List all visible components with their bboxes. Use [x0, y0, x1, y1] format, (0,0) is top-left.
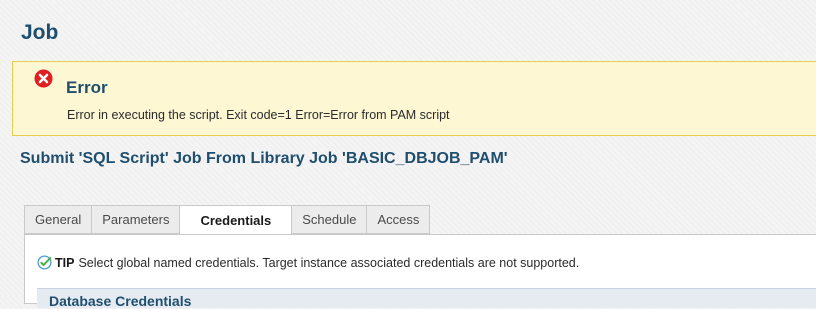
error-message: Error in executing the script. Exit code…	[67, 108, 450, 122]
tab-schedule[interactable]: Schedule	[292, 205, 368, 234]
tab-parameters[interactable]: Parameters	[92, 205, 181, 234]
tip-text: Select global named credentials. Target …	[78, 255, 580, 270]
error-title: Error	[66, 78, 108, 97]
section-header-database-credentials: Database Credentials	[37, 288, 816, 309]
tab-bar: General Parameters Credentials Schedule …	[24, 205, 431, 236]
tab-credentials[interactable]: Credentials	[180, 205, 293, 236]
tab-content-panel: TIP Select global named credentials. Tar…	[24, 234, 816, 309]
error-x-icon	[34, 69, 53, 88]
tip-row: TIP Select global named credentials. Tar…	[37, 255, 579, 270]
tab-general[interactable]: General	[24, 205, 93, 234]
job-subtitle: Submit 'SQL Script' Job From Library Job…	[20, 150, 508, 167]
tab-access[interactable]: Access	[367, 205, 431, 234]
error-message-box: Error Error in executing the script. Exi…	[12, 61, 816, 136]
page-title: Job	[21, 21, 59, 44]
tip-label: TIP	[55, 255, 75, 270]
checkmark-circle-icon	[37, 255, 52, 270]
